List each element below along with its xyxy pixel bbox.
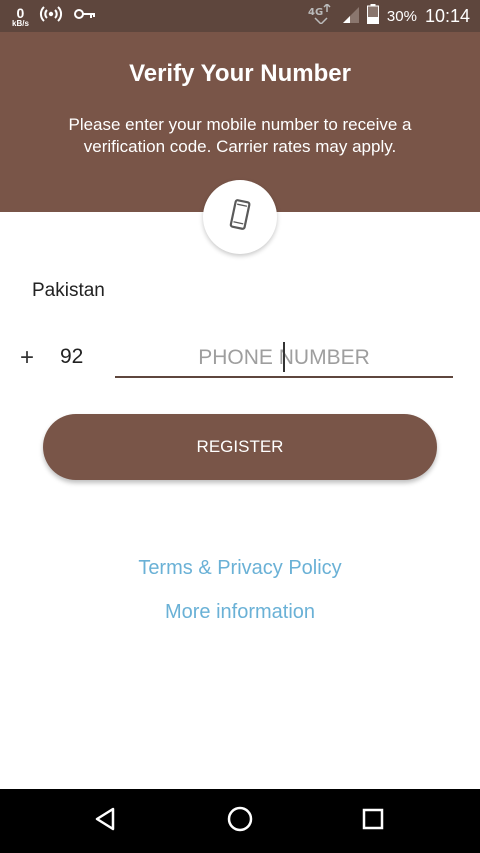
battery-icon <box>366 3 379 29</box>
page-subtitle: Please enter your mobile number to recei… <box>68 115 412 156</box>
back-button[interactable] <box>90 805 122 837</box>
network-speed: 0 kB/s <box>12 6 29 28</box>
network-speed-unit: kB/s <box>12 18 29 28</box>
network-4g-icon: 4G <box>307 2 333 29</box>
hotspot-icon <box>39 4 63 29</box>
phone-badge <box>203 180 277 254</box>
svg-text:4G: 4G <box>308 7 323 18</box>
status-left: 0 kB/s <box>12 4 97 29</box>
vpn-key-icon <box>73 7 97 26</box>
text-cursor <box>283 342 285 372</box>
more-information-link[interactable]: More information <box>0 601 480 624</box>
home-icon <box>226 805 254 838</box>
recents-icon <box>360 806 386 837</box>
register-button[interactable]: REGISTER <box>43 414 437 480</box>
back-icon <box>93 806 119 837</box>
country-selector[interactable]: Pakistan <box>32 280 105 302</box>
network-speed-value: 0 <box>16 4 25 21</box>
country-code-field[interactable]: 92 <box>60 345 83 369</box>
signal-icon <box>341 5 359 28</box>
status-right: 4G 30% 10:14 <box>307 2 470 29</box>
clock: 10:14 <box>424 5 470 26</box>
status-bar: 0 kB/s 4G 30% 10:14 <box>0 0 480 32</box>
terms-privacy-link[interactable]: Terms & Privacy Policy <box>0 557 480 580</box>
plus-sign: + <box>20 344 35 371</box>
recents-button[interactable] <box>357 805 389 837</box>
navigation-bar <box>0 789 480 853</box>
home-button[interactable] <box>224 805 256 837</box>
page-title: Verify Your Number <box>129 60 351 87</box>
phone-icon <box>226 197 254 238</box>
battery-percent: 30% <box>386 7 417 25</box>
